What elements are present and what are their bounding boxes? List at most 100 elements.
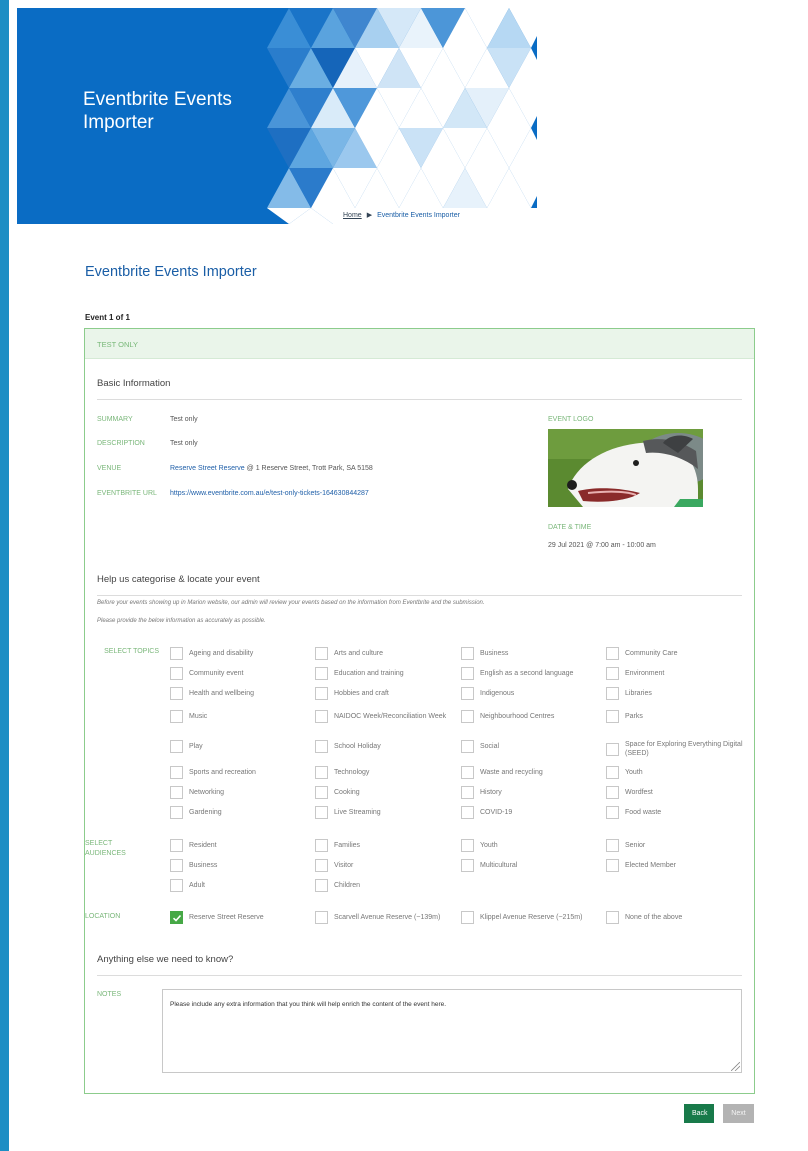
topic-networking[interactable]: Networking [170,786,224,799]
checkbox[interactable] [606,710,619,723]
topic-arts-and-culture[interactable]: Arts and culture [315,647,383,660]
checkbox[interactable] [606,839,619,852]
topic-live-streaming[interactable]: Live Streaming [315,806,381,819]
topic-community-event[interactable]: Community event [170,667,243,680]
checkbox[interactable] [315,879,328,892]
checkbox[interactable] [606,667,619,680]
checkbox[interactable] [170,667,183,680]
topic-waste-and-recycling[interactable]: Waste and recycling [461,766,543,779]
breadcrumb-home-link[interactable]: Home [343,212,362,219]
checkbox[interactable] [315,667,328,680]
resize-grip-icon[interactable] [731,1062,740,1071]
checkbox[interactable] [461,687,474,700]
location-reserve-street-reserve[interactable]: Reserve Street Reserve [170,911,264,924]
checkbox[interactable] [315,806,328,819]
eventbrite-url-link[interactable]: https://www.eventbrite.com.au/e/test-onl… [170,489,369,499]
checkbox[interactable] [170,740,183,753]
checkbox-checked[interactable] [170,911,183,924]
audience-families[interactable]: Families [315,839,360,852]
topic-indigenous[interactable]: Indigenous [461,687,514,700]
checkbox[interactable] [606,742,619,756]
topic-parks[interactable]: Parks [606,710,643,723]
checkbox[interactable] [606,911,619,924]
topic-business[interactable]: Business [461,647,508,660]
checkbox[interactable] [606,687,619,700]
audience-youth[interactable]: Youth [461,839,498,852]
checkbox[interactable] [315,859,328,872]
location-scarvell-avenue-reserve-139m[interactable]: Scarvell Avenue Reserve (~139m) [315,911,454,924]
checkbox[interactable] [461,667,474,680]
checkbox[interactable] [170,687,183,700]
audience-multicultural[interactable]: Multicultural [461,859,517,872]
audience-visitor[interactable]: Visitor [315,859,353,872]
checkbox[interactable] [315,647,328,660]
checkbox-label: Arts and culture [334,650,384,657]
topic-food-waste[interactable]: Food waste [606,806,661,819]
location-klippel-avenue-reserve-215m[interactable]: Klippel Avenue Reserve (~215m) [461,911,600,924]
checkbox[interactable] [170,786,183,799]
topic-neighbourhood-centres[interactable]: Neighbourhood Centres [461,710,554,723]
next-button[interactable]: Next [723,1104,754,1123]
checkbox[interactable] [170,839,183,852]
checkbox[interactable] [606,766,619,779]
checkbox[interactable] [170,859,183,872]
topic-gardening[interactable]: Gardening [170,806,222,819]
checkbox[interactable] [315,786,328,799]
topic-cooking[interactable]: Cooking [315,786,360,799]
audience-adult[interactable]: Adult [170,879,205,892]
location-none-of-the-above[interactable]: None of the above [606,911,682,924]
topic-youth[interactable]: Youth [606,766,643,779]
notes-textarea[interactable] [162,989,742,1073]
checkbox[interactable] [170,766,183,779]
checkbox[interactable] [170,806,183,819]
topic-technology[interactable]: Technology [315,766,369,779]
checkbox[interactable] [461,647,474,660]
checkbox[interactable] [606,806,619,819]
topic-libraries[interactable]: Libraries [606,687,652,700]
audience-resident[interactable]: Resident [170,839,217,852]
checkbox[interactable] [606,786,619,799]
checkbox[interactable] [315,740,328,753]
topic-health-and-wellbeing[interactable]: Health and wellbeing [170,687,254,700]
topic-hobbies-and-craft[interactable]: Hobbies and craft [315,687,389,700]
topic-naidoc-week-reconciliation-week[interactable]: NAIDOC Week/Reconciliation Week [315,710,454,723]
topic-environment[interactable]: Environment [606,667,664,680]
topic-social[interactable]: Social [461,740,499,753]
audience-senior[interactable]: Senior [606,839,645,852]
topic-space-for-exploring-everything-digital-seed[interactable]: Space for Exploring Everything Digital (… [606,740,745,758]
audience-children[interactable]: Children [315,879,360,892]
topic-wordfest[interactable]: Wordfest [606,786,653,799]
checkbox[interactable] [315,766,328,779]
venue-link[interactable]: Reserve Street Reserve [170,465,245,472]
checkbox[interactable] [461,766,474,779]
audience-business[interactable]: Business [170,859,217,872]
checkbox[interactable] [461,839,474,852]
back-button[interactable]: Back [684,1104,714,1123]
topic-english-as-a-second-language[interactable]: English as a second language [461,667,600,680]
checkbox[interactable] [606,859,619,872]
topic-community-care[interactable]: Community Care [606,647,678,660]
topic-education-and-training[interactable]: Education and training [315,667,404,680]
checkbox[interactable] [461,859,474,872]
checkbox[interactable] [315,710,328,723]
checkbox[interactable] [461,806,474,819]
checkbox[interactable] [315,911,328,924]
checkbox[interactable] [170,647,183,660]
checkbox[interactable] [170,879,183,892]
topic-history[interactable]: History [461,786,502,799]
topic-sports-and-recreation[interactable]: Sports and recreation [170,766,256,779]
topic-covid-19[interactable]: COVID-19 [461,806,512,819]
checkbox[interactable] [461,911,474,924]
checkbox[interactable] [315,839,328,852]
checkbox[interactable] [461,710,474,723]
checkbox[interactable] [315,687,328,700]
checkbox[interactable] [606,647,619,660]
checkbox[interactable] [461,740,474,753]
checkbox[interactable] [461,786,474,799]
audience-elected-member[interactable]: Elected Member [606,859,676,872]
topic-ageing-and-disability[interactable]: Ageing and disability [170,647,253,660]
checkbox[interactable] [170,710,183,723]
topic-music[interactable]: Music [170,710,207,723]
topic-play[interactable]: Play [170,740,203,753]
topic-school-holiday[interactable]: School Holiday [315,740,381,753]
